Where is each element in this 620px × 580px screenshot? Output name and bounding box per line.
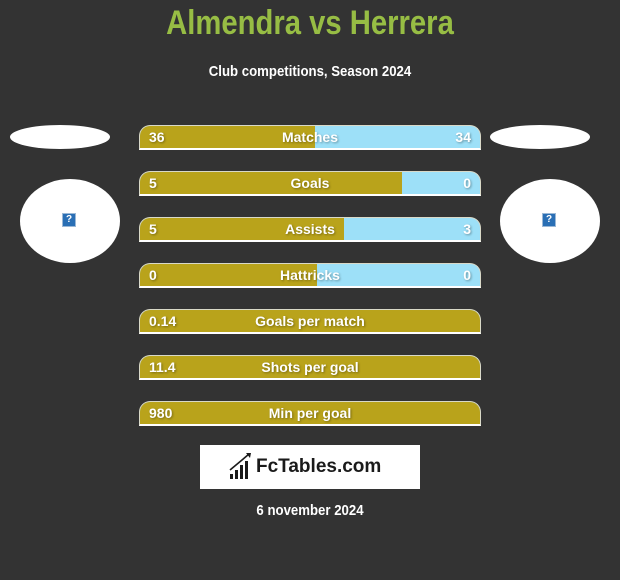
right-value: 0	[463, 175, 471, 191]
stat-label: Goals per match	[255, 313, 365, 329]
stat-row-min-per-goal: 980 Min per goal	[139, 401, 481, 426]
fctables-logo[interactable]: FcTables.com	[200, 445, 420, 489]
stat-row-hattricks: 0 Hattricks 0	[139, 263, 481, 288]
missing-image-icon: ?	[542, 213, 556, 227]
stat-label: Assists	[285, 221, 335, 237]
logo-text: FcTables.com	[256, 456, 382, 477]
right-player-name-placeholder	[490, 125, 590, 149]
missing-image-icon: ?	[62, 213, 76, 227]
date-label: 6 november 2024	[256, 502, 364, 519]
right-value: 0	[463, 267, 471, 283]
stat-row-shots-per-goal: 11.4 Shots per goal	[139, 355, 481, 380]
stat-label: Shots per goal	[261, 359, 359, 375]
right-value: 34	[455, 129, 471, 145]
left-player-avatar: ?	[20, 179, 120, 263]
page-title: Almendra vs Herrera	[166, 4, 454, 42]
left-player-name-placeholder	[10, 125, 110, 149]
stat-row-matches: 36 Matches 34	[139, 125, 481, 150]
bar-chart-icon	[229, 453, 251, 479]
stat-label: Matches	[281, 129, 339, 145]
stat-row-assists: 5 Assists 3	[139, 217, 481, 242]
stat-label: Goals	[290, 175, 330, 191]
stat-label: Min per goal	[268, 405, 352, 421]
right-value: 3	[463, 221, 471, 237]
stat-row-goals-per-match: 0.14 Goals per match	[139, 309, 481, 334]
stat-label: Hattricks	[280, 267, 340, 283]
right-player-avatar: ?	[500, 179, 600, 263]
page-subtitle: Club competitions, Season 2024	[208, 63, 412, 80]
stat-row-goals: 5 Goals 0	[139, 171, 481, 196]
